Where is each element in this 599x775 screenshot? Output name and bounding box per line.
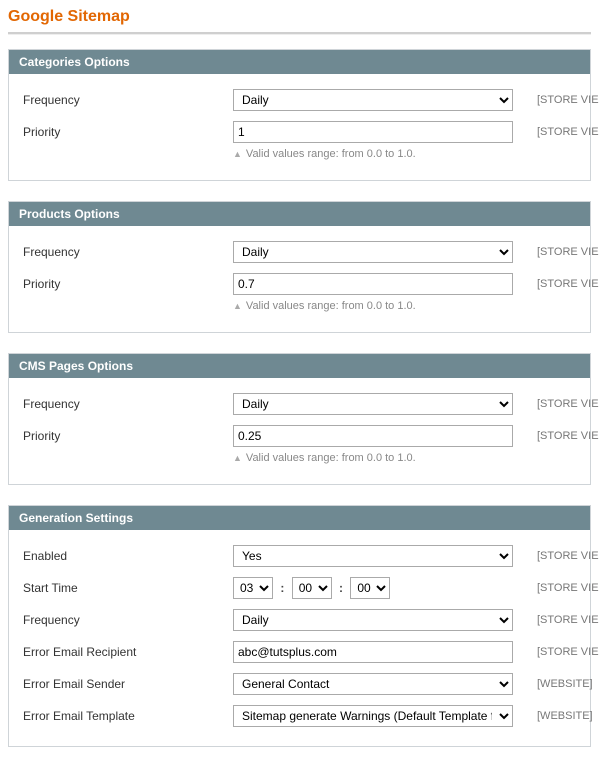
section-cms: CMS Pages Options Frequency Daily [STORE…	[8, 353, 591, 485]
select-generation-sender[interactable]: General Contact	[233, 673, 513, 695]
input-cms-priority[interactable]	[233, 425, 513, 447]
scope-cms-frequency: [STORE VIE	[523, 398, 599, 410]
scope-generation-start-time: [STORE VIE	[523, 582, 599, 594]
section-header-categories[interactable]: Categories Options	[9, 50, 590, 74]
scope-cms-priority: [STORE VIE	[523, 430, 599, 442]
hint-cms-priority: ▲Valid values range: from 0.0 to 1.0.	[233, 452, 416, 464]
label-products-frequency: Frequency	[23, 245, 233, 259]
section-categories: Categories Options Frequency Daily [STOR…	[8, 49, 591, 181]
input-products-priority[interactable]	[233, 273, 513, 295]
section-generation: Generation Settings Enabled Yes [STORE V…	[8, 505, 591, 747]
input-categories-priority[interactable]	[233, 121, 513, 143]
triangle-up-icon: ▲	[233, 301, 242, 311]
hint-products-priority: ▲Valid values range: from 0.0 to 1.0.	[233, 300, 416, 312]
section-header-generation[interactable]: Generation Settings	[9, 506, 590, 530]
label-categories-priority: Priority	[23, 125, 233, 139]
label-cms-priority: Priority	[23, 429, 233, 443]
label-generation-recipient: Error Email Recipient	[23, 645, 233, 659]
scope-products-priority: [STORE VIE	[523, 278, 599, 290]
page-separator	[8, 32, 591, 35]
section-header-products[interactable]: Products Options	[9, 202, 590, 226]
select-start-time-ss[interactable]: 00	[350, 577, 390, 599]
select-start-time-hh[interactable]: 03	[233, 577, 273, 599]
select-generation-enabled[interactable]: Yes	[233, 545, 513, 567]
triangle-up-icon: ▲	[233, 149, 242, 159]
scope-generation-sender: [WEBSITE]	[523, 678, 593, 690]
scope-generation-frequency: [STORE VIE	[523, 614, 599, 626]
label-generation-sender: Error Email Sender	[23, 677, 233, 691]
scope-generation-recipient: [STORE VIE	[523, 646, 599, 658]
scope-products-frequency: [STORE VIE	[523, 246, 599, 258]
select-start-time-mm[interactable]: 00	[292, 577, 332, 599]
label-categories-frequency: Frequency	[23, 93, 233, 107]
select-generation-frequency[interactable]: Daily	[233, 609, 513, 631]
time-separator: :	[335, 581, 347, 595]
section-header-cms[interactable]: CMS Pages Options	[9, 354, 590, 378]
select-generation-template[interactable]: Sitemap generate Warnings (Default Templ…	[233, 705, 513, 727]
label-generation-template: Error Email Template	[23, 709, 233, 723]
page-title: Google Sitemap	[8, 8, 591, 26]
select-cms-frequency[interactable]: Daily	[233, 393, 513, 415]
label-cms-frequency: Frequency	[23, 397, 233, 411]
section-products: Products Options Frequency Daily [STORE …	[8, 201, 591, 333]
scope-categories-priority: [STORE VIE	[523, 126, 599, 138]
scope-generation-enabled: [STORE VIE	[523, 550, 599, 562]
triangle-up-icon: ▲	[233, 453, 242, 463]
label-generation-enabled: Enabled	[23, 549, 233, 563]
select-products-frequency[interactable]: Daily	[233, 241, 513, 263]
time-separator: :	[276, 581, 288, 595]
scope-categories-frequency: [STORE VIE	[523, 94, 599, 106]
label-generation-frequency: Frequency	[23, 613, 233, 627]
select-categories-frequency[interactable]: Daily	[233, 89, 513, 111]
hint-categories-priority: ▲Valid values range: from 0.0 to 1.0.	[233, 148, 416, 160]
scope-generation-template: [WEBSITE]	[523, 710, 593, 722]
label-generation-start-time: Start Time	[23, 581, 233, 595]
input-generation-recipient[interactable]	[233, 641, 513, 663]
label-products-priority: Priority	[23, 277, 233, 291]
